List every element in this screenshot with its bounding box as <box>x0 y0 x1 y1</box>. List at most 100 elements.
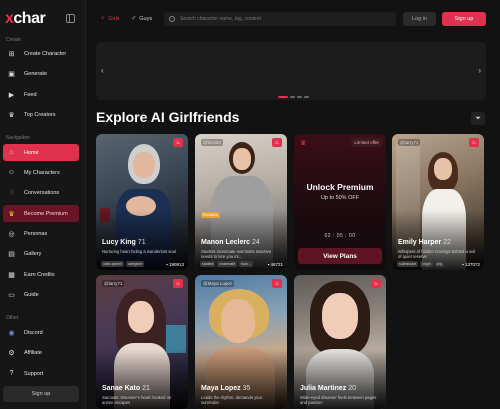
carousel-dots <box>278 96 309 98</box>
plus-square-icon: ⊞ <box>8 50 15 58</box>
offer-timer: 02 : 05 : 00 <box>324 233 356 239</box>
play-icon: ▶ <box>8 91 15 99</box>
character-name: Sanae Kato 21 <box>102 385 150 392</box>
top-bar: ♀ Girls ♂ Guys Log in Sign up <box>86 0 500 38</box>
sidebar-item-create-character[interactable]: ⊞ Create Character <box>3 45 79 62</box>
character-card[interactable]: ♨ Lucy King 71 Nurturing heart hiding a … <box>96 134 188 270</box>
carousel-dot[interactable] <box>290 96 295 98</box>
chat-count: ▪ 190913 <box>166 262 184 267</box>
banner-carousel: ‹ › <box>96 42 486 100</box>
sidebar-signup-button[interactable]: Sign up <box>3 386 79 402</box>
tag[interactable]: shy <box>434 261 445 267</box>
character-description: Wide-eyed dreamer feels between pages an… <box>300 395 377 405</box>
sidebar-item-guide[interactable]: ▭ Guide <box>3 286 79 303</box>
home-icon: ⌂ <box>9 149 14 156</box>
search-input[interactable] <box>180 16 380 22</box>
view-plans-button[interactable]: View Plans <box>298 248 382 264</box>
chat-count: ▪ 46721 <box>267 262 283 267</box>
fire-icon: ♨ <box>272 279 282 288</box>
chat-icon: ▪ <box>166 262 168 267</box>
character-description: Leads the rhythm, demands your surrender… <box>201 395 263 405</box>
sidebar-item-discord[interactable]: ◉ Discord <box>3 324 79 341</box>
logo[interactable]: xchar <box>5 10 46 28</box>
tag[interactable]: virgin <box>420 261 433 267</box>
section-navigation-label: Navigation <box>6 135 30 141</box>
search-bar <box>164 12 396 26</box>
fire-icon: ♨ <box>173 138 183 147</box>
sidebar-item-personas[interactable]: ◎ Personas <box>3 225 79 242</box>
sidebar-item-earn-credits[interactable]: ▦ Earn Credits <box>3 266 79 283</box>
character-description: Sarcastic streamer's heart hooked on ani… <box>102 395 172 405</box>
carousel-dot[interactable] <box>278 96 288 98</box>
section-create-label: Create <box>6 37 22 43</box>
fire-icon: ♨ <box>272 138 282 147</box>
tag[interactable]: roommate <box>217 261 238 267</box>
character-tags: older-parent caregiver <box>101 261 145 267</box>
tag[interactable]: tsun... <box>239 261 253 267</box>
sidebar-item-my-characters[interactable]: ☺ My Characters <box>3 164 79 181</box>
crown-icon: ♛ <box>300 140 307 147</box>
character-description: Nurturing heart hiding a wanderlust soul <box>102 249 177 254</box>
search-icon <box>169 16 175 22</box>
tag[interactable]: student <box>200 261 216 267</box>
chat-icon: ◌ <box>9 189 14 196</box>
sidebar: xchar Create ⊞ Create Character ▣ Genera… <box>0 0 86 409</box>
limited-offer-badge: Limited offer <box>351 138 382 147</box>
book-icon: ▭ <box>8 291 15 299</box>
character-card[interactable]: @larry71 ♨ Emily Harper 22 Whispers of h… <box>392 134 484 270</box>
character-name: Emily Harper 22 <box>398 239 451 246</box>
filter-button[interactable]: ⏷ <box>471 112 485 125</box>
creator-handle[interactable]: @larry71 <box>398 139 421 146</box>
character-card[interactable]: @lerci20 ♨ Exclusive Manon Leclerc 24 St… <box>195 134 287 270</box>
exclusive-badge: Exclusive <box>201 212 220 218</box>
sidebar-item-home[interactable]: ⌂ Home <box>3 144 79 161</box>
sidebar-item-conversations[interactable]: ◌ Conversations <box>3 184 79 201</box>
tag[interactable]: caregiver <box>125 261 145 267</box>
creator-handle[interactable]: @lerci20 <box>201 139 223 146</box>
character-card[interactable]: @Maya Lopez ♨ Maya Lopez 35 Leads the rh… <box>195 275 287 409</box>
sidebar-item-become-premium[interactable]: ♛ Become Premium <box>3 205 79 222</box>
sidebar-item-support[interactable]: ? Support <box>3 365 79 382</box>
filter-icon: ⏷ <box>475 114 481 122</box>
carousel-dot[interactable] <box>304 96 309 98</box>
gallery-icon: ▤ <box>8 250 15 258</box>
sidebar-item-affiliate[interactable]: ⚙ Affiliate <box>3 344 79 361</box>
creator-handle[interactable]: @Maya Lopez <box>201 280 235 287</box>
tag[interactable]: submissive <box>397 261 419 267</box>
login-button[interactable]: Log in <box>403 12 436 26</box>
affiliate-icon: ⚙ <box>8 349 15 357</box>
carousel-dot[interactable] <box>297 96 302 98</box>
sidebar-item-top-creators[interactable]: ♛ Top Creators <box>3 106 79 123</box>
sidebar-item-feed[interactable]: ▶ Feed <box>3 86 79 103</box>
character-description: Whispers of hidden cravings behind a vei… <box>398 249 476 259</box>
persona-icon: ◎ <box>8 230 15 238</box>
male-icon: ♂ <box>131 15 137 22</box>
character-tags: submissive virgin shy <box>397 261 445 267</box>
character-tags: student roommate tsun... <box>200 261 253 267</box>
premium-title: Unlock Premium <box>306 182 374 192</box>
sidebar-item-gallery[interactable]: ▤ Gallery <box>3 245 79 262</box>
character-name: Lucy King 71 <box>102 239 146 246</box>
sidebar-item-generate[interactable]: ▣ Generate <box>3 65 79 82</box>
guys-tab[interactable]: ♂ Guys <box>131 15 152 22</box>
tag[interactable]: older-parent <box>101 261 124 267</box>
character-card[interactable]: @larry71 ♨ Sanae Kato 21 Sarcastic strea… <box>96 275 188 409</box>
signup-button[interactable]: Sign up <box>442 12 486 26</box>
character-name: Manon Leclerc 24 <box>201 239 260 246</box>
credits-icon: ▦ <box>8 271 15 279</box>
female-icon: ♀ <box>100 15 106 22</box>
sidebar-toggle-icon[interactable] <box>66 14 75 23</box>
support-icon: ? <box>9 370 14 377</box>
crown-icon: ♛ <box>8 210 15 218</box>
premium-offer-card: ♛ Limited offer Unlock Premium Up to 50%… <box>294 134 386 270</box>
carousel-next-icon[interactable]: › <box>478 66 481 75</box>
character-card[interactable]: ♨ Julia Martinez 20 Wide-eyed dreamer fe… <box>294 275 386 409</box>
chat-icon: ▪ <box>267 262 270 267</box>
character-name: Julia Martinez 20 <box>300 385 357 392</box>
carousel-prev-icon[interactable]: ‹ <box>101 66 104 75</box>
image-icon: ▣ <box>8 70 15 78</box>
trophy-icon: ♛ <box>8 111 15 119</box>
creator-handle[interactable]: @larry71 <box>102 280 125 287</box>
chat-count: ▪ 137072 <box>462 262 480 267</box>
girls-tab[interactable]: ♀ Girls <box>100 15 120 22</box>
